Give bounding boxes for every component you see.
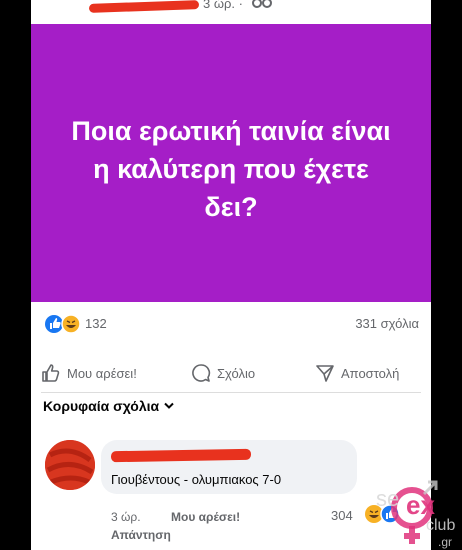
post-actions: Μου αρέσει! Σχόλιο Αποστολή [31,358,431,386]
svg-text:ex: ex [406,490,435,520]
send-icon [316,365,334,382]
comments-sort-label: Κορυφαία σχόλια [43,398,160,414]
comment-reply-button[interactable]: Απάντηση [111,528,171,542]
comment-time[interactable]: 3 ώρ. [111,510,141,524]
comment-bubble: Γιουβέντους - ολυμπιακος 7-0 [101,440,357,494]
comments-sort-dropdown[interactable]: Κορυφαία σχόλια [43,398,174,414]
post-time: 3 ώρ. · [203,0,243,11]
post-banner[interactable]: Ποια ερωτική ταινία είναι η καλύτερη που… [31,24,431,302]
sexclub-watermark-logo: se ex club .gr [376,480,455,549]
haha-reaction-icon [61,314,81,334]
comment-button-label: Σχόλιο [217,365,256,381]
svg-text:club: club [426,517,455,534]
redaction-scribble [45,440,95,490]
redacted-author-name [88,0,200,13]
svg-text:.gr: .gr [438,535,452,549]
post-banner-text: Ποια ερωτική ταινία είναι η καλύτερη που… [71,116,391,222]
post-header: 3 ώρ. · [31,0,431,20]
friends-icon [252,0,272,8]
share-button-label: Αποστολή [341,365,400,381]
comment-bubble-icon [192,364,211,382]
comment-count[interactable]: 331 σχόλια [355,316,419,331]
reaction-icons[interactable] [44,314,86,334]
comment-reaction-count[interactable]: 304 [331,508,353,523]
like-button-label: Μου αρέσει! [67,365,137,381]
post-stats: 132 331 σχόλια [31,312,431,336]
chevron-down-icon [164,402,174,409]
redacted-commenter-name [110,448,252,463]
share-button[interactable]: Αποστολή [315,359,399,387]
divider [41,392,421,393]
reaction-count[interactable]: 132 [85,316,107,331]
comment-like-button[interactable]: Μου αρέσει! [171,510,240,524]
comment-text: Γιουβέντους - ολυμπιακος 7-0 [111,472,282,487]
svg-text:se: se [376,486,399,511]
thumbs-up-icon [42,364,60,382]
comment-button[interactable]: Σχόλιο [191,359,255,387]
like-button[interactable]: Μου αρέσει! [41,359,137,387]
commenter-avatar-redacted[interactable] [45,440,95,490]
